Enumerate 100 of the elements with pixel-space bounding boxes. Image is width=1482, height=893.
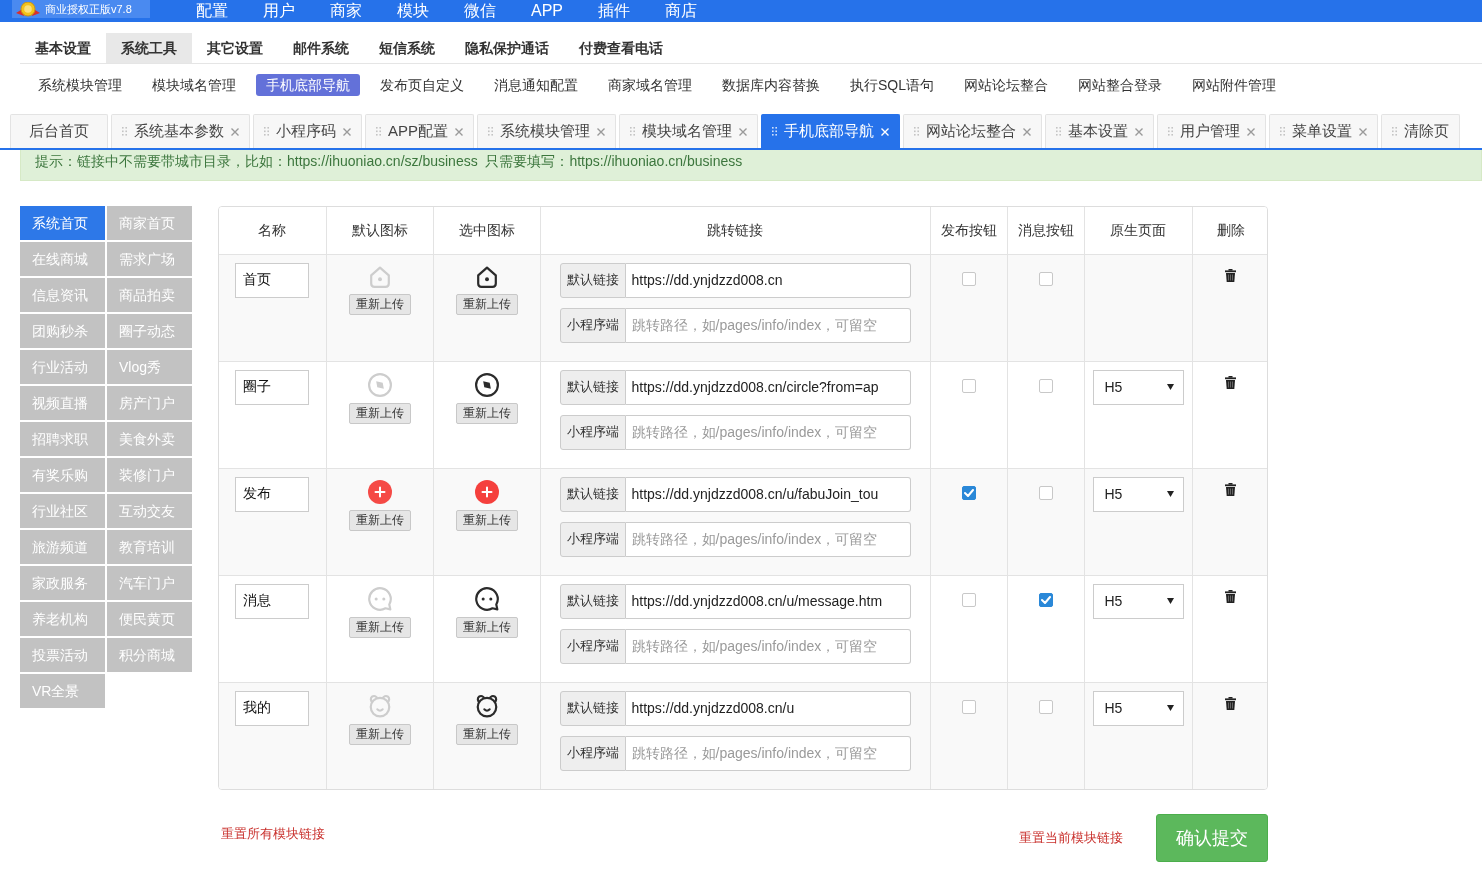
tool-tab[interactable]: 网站整合登录 xyxy=(1068,74,1172,96)
close-icon[interactable] xyxy=(597,127,605,136)
link-input[interactable]: 跳转路径，如/pages/info/index，可留空 xyxy=(625,735,911,771)
name-input[interactable]: 发布 xyxy=(235,476,309,512)
column-header: 跳转链接 xyxy=(540,207,930,254)
checkbox[interactable] xyxy=(961,378,976,393)
page-tab[interactable]: 系统模块管理 xyxy=(477,114,616,148)
native-page-select[interactable]: H5 xyxy=(1092,583,1184,619)
top-menu-item[interactable]: 配置 xyxy=(196,1,228,21)
grip-icon xyxy=(1392,127,1397,136)
page-tab[interactable]: 系统基本参数 xyxy=(111,114,250,148)
checkbox[interactable] xyxy=(1038,592,1053,607)
tool-tab[interactable]: 网站论坛整合 xyxy=(954,74,1058,96)
tool-tab[interactable]: 数据库内容替换 xyxy=(712,74,830,96)
trash-icon[interactable] xyxy=(1225,268,1237,282)
top-menu-item[interactable]: 微信 xyxy=(464,1,496,21)
tool-tab[interactable]: 商家域名管理 xyxy=(598,74,702,96)
settings-tab[interactable]: 其它设置 xyxy=(192,33,278,63)
tool-tab[interactable]: 模块域名管理 xyxy=(142,74,246,96)
top-menu-item[interactable]: APP xyxy=(531,1,563,21)
link-type-label: 默认链接 xyxy=(559,369,626,405)
settings-tab[interactable]: 系统工具 xyxy=(106,33,192,63)
page-tab[interactable]: 手机底部导航 xyxy=(761,114,900,148)
reset-all-link[interactable]: 重置所有模块链接 xyxy=(221,824,325,844)
reupload-button[interactable]: 重新上传 xyxy=(455,509,518,531)
reupload-button[interactable]: 重新上传 xyxy=(348,723,411,745)
link-input[interactable]: 跳转路径，如/pages/info/index，可留空 xyxy=(625,307,911,343)
top-menu-item[interactable]: 商店 xyxy=(665,1,697,21)
trash-icon[interactable] xyxy=(1225,375,1237,389)
plus-icon xyxy=(367,479,392,504)
close-icon[interactable] xyxy=(455,127,463,136)
reupload-button[interactable]: 重新上传 xyxy=(455,293,518,315)
checkbox[interactable] xyxy=(961,699,976,714)
trash-icon[interactable] xyxy=(1225,589,1237,603)
reupload-button[interactable]: 重新上传 xyxy=(348,293,411,315)
top-menu-item[interactable]: 插件 xyxy=(598,1,630,21)
settings-tab[interactable]: 基本设置 xyxy=(20,33,106,63)
reupload-button[interactable]: 重新上传 xyxy=(455,723,518,745)
link-input[interactable]: 跳转路径，如/pages/info/index，可留空 xyxy=(625,521,911,557)
settings-tab[interactable]: 付费查看电话 xyxy=(564,33,678,63)
reupload-button[interactable]: 重新上传 xyxy=(348,616,411,638)
name-input[interactable]: 消息 xyxy=(235,583,309,619)
top-menu-item[interactable]: 商家 xyxy=(330,1,362,21)
native-page-select[interactable]: H5 xyxy=(1092,369,1184,405)
page-tab[interactable]: 用户管理 xyxy=(1157,114,1266,148)
native-page-select[interactable]: H5 xyxy=(1092,476,1184,512)
link-input[interactable]: https://dd.ynjdzzd008.cn/u/fabuJoin_tou xyxy=(625,476,911,512)
close-icon[interactable] xyxy=(343,127,351,136)
page-tab[interactable]: 后台首页 xyxy=(10,114,108,148)
tool-tab[interactable]: 系统模块管理 xyxy=(28,74,132,96)
reupload-button[interactable]: 重新上传 xyxy=(455,616,518,638)
link-input[interactable]: https://dd.ynjdzzd008.cn/circle?from=ap xyxy=(625,369,911,405)
link-input[interactable]: https://dd.ynjdzzd008.cn/u xyxy=(625,690,911,726)
name-input[interactable]: 首页 xyxy=(235,262,309,298)
checkbox[interactable] xyxy=(1038,378,1053,393)
tool-tab[interactable]: 执行SQL语句 xyxy=(840,74,944,96)
settings-tab[interactable]: 邮件系统 xyxy=(278,33,364,63)
checkbox[interactable] xyxy=(961,485,976,500)
column-header: 消息按钮 xyxy=(1007,207,1084,254)
trash-icon[interactable] xyxy=(1225,482,1237,496)
native-page-select[interactable]: H5 xyxy=(1092,690,1184,726)
page-tab[interactable]: 清除页 xyxy=(1381,114,1460,148)
settings-tab[interactable]: 短信系统 xyxy=(364,33,450,63)
tool-tab[interactable]: 手机底部导航 xyxy=(256,74,360,96)
close-icon[interactable] xyxy=(1359,127,1367,136)
name-input[interactable]: 圈子 xyxy=(235,369,309,405)
reupload-button[interactable]: 重新上传 xyxy=(348,509,411,531)
reupload-button[interactable]: 重新上传 xyxy=(455,402,518,424)
page-tab[interactable]: 基本设置 xyxy=(1045,114,1154,148)
tool-tab[interactable]: 网站附件管理 xyxy=(1182,74,1286,96)
module-tab[interactable]: 系统首页 xyxy=(20,206,105,240)
top-menu-item[interactable]: 用户 xyxy=(263,1,295,21)
reupload-button[interactable]: 重新上传 xyxy=(348,402,411,424)
close-icon[interactable] xyxy=(1023,127,1031,136)
checkbox[interactable] xyxy=(1038,699,1053,714)
checkbox[interactable] xyxy=(961,271,976,286)
settings-tab[interactable]: 隐私保护通话 xyxy=(450,33,564,63)
top-menu-item[interactable]: 模块 xyxy=(397,1,429,21)
page-tab[interactable]: 网站论坛整合 xyxy=(903,114,1042,148)
tool-tab[interactable]: 消息通知配置 xyxy=(484,74,588,96)
reset-current-link[interactable]: 重置当前模块链接 xyxy=(1019,828,1123,848)
close-icon[interactable] xyxy=(1247,127,1255,136)
page-tab[interactable]: 菜单设置 xyxy=(1269,114,1378,148)
column-header: 名称 xyxy=(219,207,326,254)
page-tab[interactable]: 小程序码 xyxy=(253,114,362,148)
name-input[interactable]: 我的 xyxy=(235,690,309,726)
link-input[interactable]: https://dd.ynjdzzd008.cn xyxy=(625,262,911,298)
close-icon[interactable] xyxy=(739,127,747,136)
page-tab[interactable]: 模块域名管理 xyxy=(619,114,758,148)
close-icon[interactable] xyxy=(1135,127,1143,136)
checkbox[interactable] xyxy=(1038,271,1053,286)
link-input[interactable]: https://dd.ynjdzzd008.cn/u/message.htm xyxy=(625,583,911,619)
link-input[interactable]: 跳转路径，如/pages/info/index，可留空 xyxy=(625,628,911,664)
link-input[interactable]: 跳转路径，如/pages/info/index，可留空 xyxy=(625,414,911,450)
page-tab[interactable]: APP配置 xyxy=(365,114,474,148)
checkbox[interactable] xyxy=(961,592,976,607)
checkbox[interactable] xyxy=(1038,485,1053,500)
trash-icon[interactable] xyxy=(1225,696,1237,710)
close-icon[interactable] xyxy=(231,127,239,136)
tool-tab[interactable]: 发布页自定义 xyxy=(370,74,474,96)
